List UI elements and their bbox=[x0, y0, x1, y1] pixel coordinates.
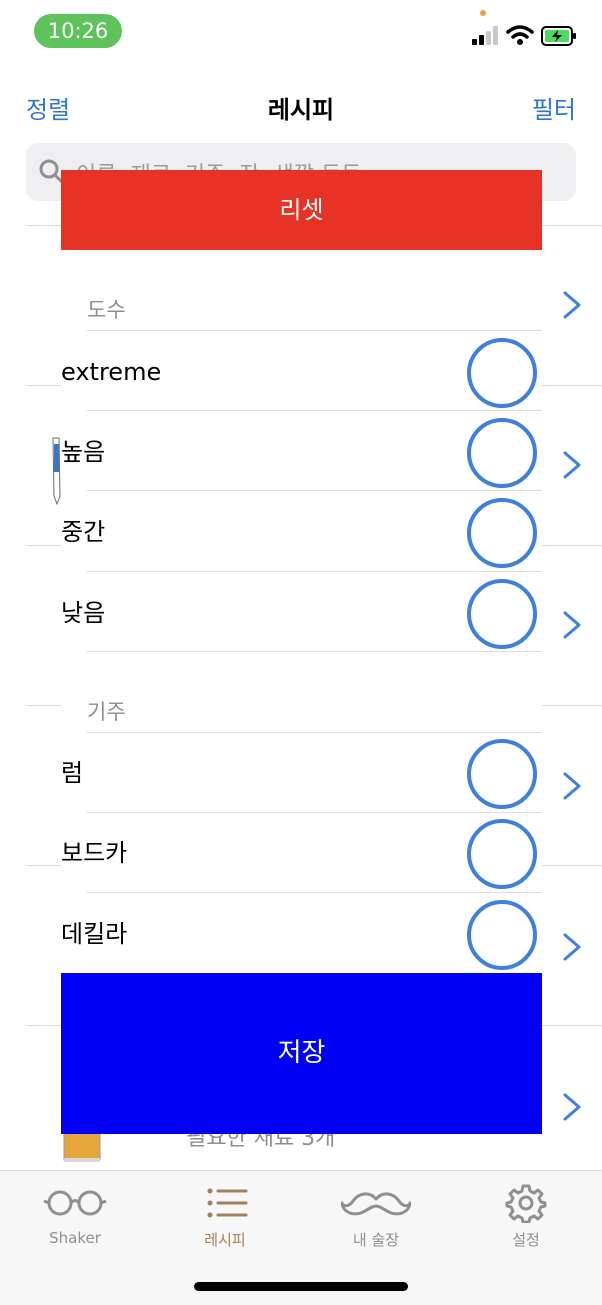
tab-label: 레시피 bbox=[204, 1231, 246, 1249]
privacy-indicator-dot bbox=[480, 10, 486, 16]
option-label: 데킬라 bbox=[61, 920, 128, 948]
filter-option-tequila[interactable]: 데킬라 bbox=[61, 894, 542, 974]
gear-icon bbox=[491, 1183, 561, 1224]
tab-settings[interactable]: 설정 bbox=[451, 1171, 601, 1261]
radio-unchecked-icon[interactable] bbox=[467, 338, 537, 408]
section-header-base-spirit: 기주 bbox=[87, 700, 126, 724]
status-time: 10:26 bbox=[34, 14, 122, 48]
filter-option-medium[interactable]: 중간 bbox=[61, 492, 542, 572]
option-label: 높음 bbox=[61, 438, 106, 466]
save-button[interactable]: 저장 bbox=[61, 973, 542, 1134]
status-bar: 10:26 bbox=[0, 0, 602, 70]
filter-option-high[interactable]: 높음 bbox=[61, 412, 542, 492]
cellular-signal-icon bbox=[472, 25, 500, 45]
tab-label: 내 술장 bbox=[352, 1231, 400, 1249]
row-divider bbox=[87, 490, 542, 491]
tab-my-bar[interactable]: 내 술장 bbox=[301, 1171, 451, 1261]
row-divider bbox=[87, 892, 542, 893]
filter-option-rum[interactable]: 럼 bbox=[61, 733, 542, 813]
radio-unchecked-icon[interactable] bbox=[467, 498, 537, 568]
navigation-bar: 정렬 레시피 필터 bbox=[0, 70, 602, 140]
row-divider bbox=[87, 330, 542, 331]
filter-option-vodka[interactable]: 보드카 bbox=[61, 813, 542, 893]
chevron-right-icon[interactable] bbox=[561, 450, 583, 480]
tab-shaker[interactable]: Shaker bbox=[0, 1171, 150, 1261]
reset-button[interactable]: 리셋 bbox=[61, 170, 542, 250]
filter-button[interactable]: 필터 bbox=[532, 90, 576, 125]
option-label: 중간 bbox=[61, 518, 106, 546]
battery-charging-icon bbox=[541, 26, 577, 46]
page-title: 레시피 bbox=[267, 96, 335, 124]
cocktail-glass-thumbnail bbox=[60, 1130, 104, 1164]
filter-overlay: 리셋 도수 extreme 높음 중간 낮음 기주 럼 보드카 데킬라 저장 bbox=[61, 170, 542, 1134]
home-indicator bbox=[194, 1282, 408, 1291]
option-label: 낮음 bbox=[61, 599, 106, 627]
option-label: 보드카 bbox=[61, 839, 128, 867]
radio-unchecked-icon[interactable] bbox=[467, 819, 537, 889]
chevron-right-icon[interactable] bbox=[561, 771, 583, 801]
filter-option-low[interactable]: 낮음 bbox=[61, 573, 542, 653]
row-divider bbox=[87, 410, 542, 411]
chevron-right-icon[interactable] bbox=[561, 1092, 583, 1122]
chevron-right-icon[interactable] bbox=[561, 610, 583, 640]
chevron-right-icon[interactable] bbox=[561, 290, 583, 320]
row-divider bbox=[87, 651, 542, 652]
tab-label: 설정 bbox=[512, 1231, 540, 1249]
filter-option-extreme[interactable]: extreme bbox=[61, 332, 542, 412]
radio-unchecked-icon[interactable] bbox=[467, 418, 537, 488]
tab-recipes[interactable]: 레시피 bbox=[150, 1171, 300, 1261]
glasses-icon bbox=[40, 1183, 110, 1223]
option-label: 럼 bbox=[61, 759, 84, 787]
wifi-icon bbox=[506, 24, 534, 46]
radio-unchecked-icon[interactable] bbox=[467, 579, 537, 649]
radio-unchecked-icon[interactable] bbox=[467, 739, 537, 809]
radio-unchecked-icon[interactable] bbox=[467, 900, 537, 970]
mustache-icon bbox=[340, 1183, 412, 1223]
section-header-abv: 도수 bbox=[87, 298, 126, 322]
option-label: extreme bbox=[61, 358, 162, 386]
list-icon bbox=[190, 1183, 260, 1223]
chevron-right-icon[interactable] bbox=[561, 932, 583, 962]
row-divider bbox=[87, 571, 542, 572]
tab-label: Shaker bbox=[49, 1229, 101, 1247]
